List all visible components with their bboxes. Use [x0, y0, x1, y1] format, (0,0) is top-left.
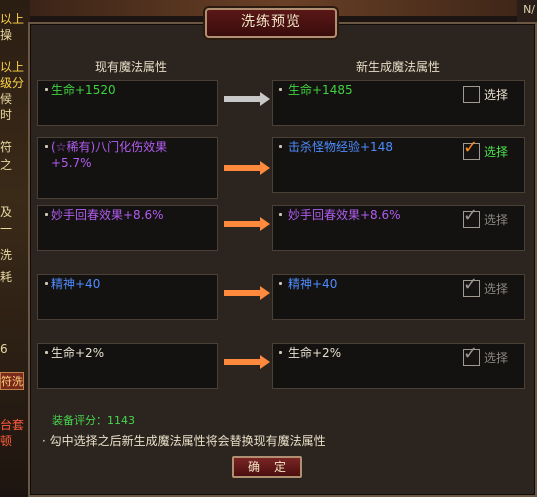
new-attribute-text: 精神+40 [288, 277, 338, 291]
select-label[interactable]: 选择 [484, 144, 508, 160]
select-checkbox[interactable]: ✓ [463, 139, 480, 160]
background-button[interactable]: 符洗 [0, 372, 24, 390]
current-attribute-text: (☆稀有)八门化伤效果 +5.7% [51, 140, 168, 170]
checkmark-icon: ✓ [463, 205, 479, 226]
bullet-icon [45, 282, 48, 285]
bg-fragment: 6 [0, 342, 8, 356]
bg-fragment: 级分 [0, 76, 25, 90]
select-checkbox[interactable]: ✓ [463, 345, 480, 366]
arrow-right-icon [224, 161, 270, 175]
dialog-title: 洗练预览 [241, 14, 301, 30]
background-top-right-text: N/ [523, 3, 535, 16]
new-attribute-text: 妙手回春效果+8.6% [288, 208, 401, 222]
select-label[interactable]: 选择 [484, 87, 508, 103]
select-checkbox[interactable]: ✓ [463, 207, 480, 228]
bg-fragment: 洗 [0, 248, 13, 262]
arrow-right-icon [224, 217, 270, 231]
bg-fragment: 顿 [0, 434, 13, 448]
bullet-icon [45, 88, 48, 91]
replacement-note-text: 勾中选择之后新生成魔法属性将会替换现有魔法属性 [49, 434, 326, 448]
bullet-icon [45, 145, 48, 148]
new-attribute-text: 生命+1485 [288, 83, 353, 97]
new-attribute-text: 击杀怪物经验+148 [288, 140, 393, 154]
current-attribute-text: 生命+2% [51, 346, 105, 360]
bg-fragment: 操 [0, 28, 13, 42]
bg-fragment: 一 [0, 222, 13, 236]
select-checkbox[interactable]: ✓ [463, 276, 480, 297]
checkmark-icon: ✓ [463, 137, 479, 158]
bullet-icon [279, 145, 282, 148]
current-attribute-text: 精神+40 [51, 277, 101, 291]
arrow-right-icon [224, 355, 270, 369]
current-attribute-text: 生命+1520 [51, 83, 116, 97]
bg-fragment: 符 [0, 140, 13, 154]
new-attributes-header: 新生成魔法属性 [355, 60, 440, 74]
confirm-button[interactable]: 确定 [232, 456, 302, 478]
bullet-icon [279, 213, 282, 216]
select-label[interactable]: 选择 [484, 350, 508, 366]
current-attribute-text: 妙手回春效果+8.6% [51, 208, 164, 222]
arrow-right-icon [224, 286, 270, 300]
replacement-note: · 勾中选择之后新生成魔法属性将会替换现有魔法属性 [42, 434, 326, 448]
bg-fragment: 台套 [0, 418, 25, 432]
select-checkbox[interactable] [463, 86, 480, 103]
bg-fragment: 以上 [0, 60, 25, 74]
bg-fragment: 候 [0, 92, 13, 106]
select-label[interactable]: 选择 [484, 212, 508, 228]
select-label[interactable]: 选择 [484, 281, 508, 297]
bullet-icon [279, 88, 282, 91]
bg-fragment: 时 [0, 108, 13, 122]
bg-fragment: 耗 [0, 270, 13, 284]
bullet-icon [45, 351, 48, 354]
bullet-icon [45, 213, 48, 216]
new-attribute-text: 生命+2% [288, 346, 342, 360]
bullet-icon [279, 282, 282, 285]
bullet-icon [279, 351, 282, 354]
bg-fragment: 之 [0, 158, 13, 172]
current-attributes-header: 现有魔法属性 [94, 60, 167, 74]
bg-fragment: 以上 [0, 12, 25, 26]
equipment-score: 装备评分：1143 [52, 414, 135, 427]
arrow-right-icon [224, 92, 270, 106]
bg-fragment: 及 [0, 205, 13, 219]
checkmark-icon: ✓ [463, 274, 479, 295]
checkmark-icon: ✓ [463, 343, 479, 364]
